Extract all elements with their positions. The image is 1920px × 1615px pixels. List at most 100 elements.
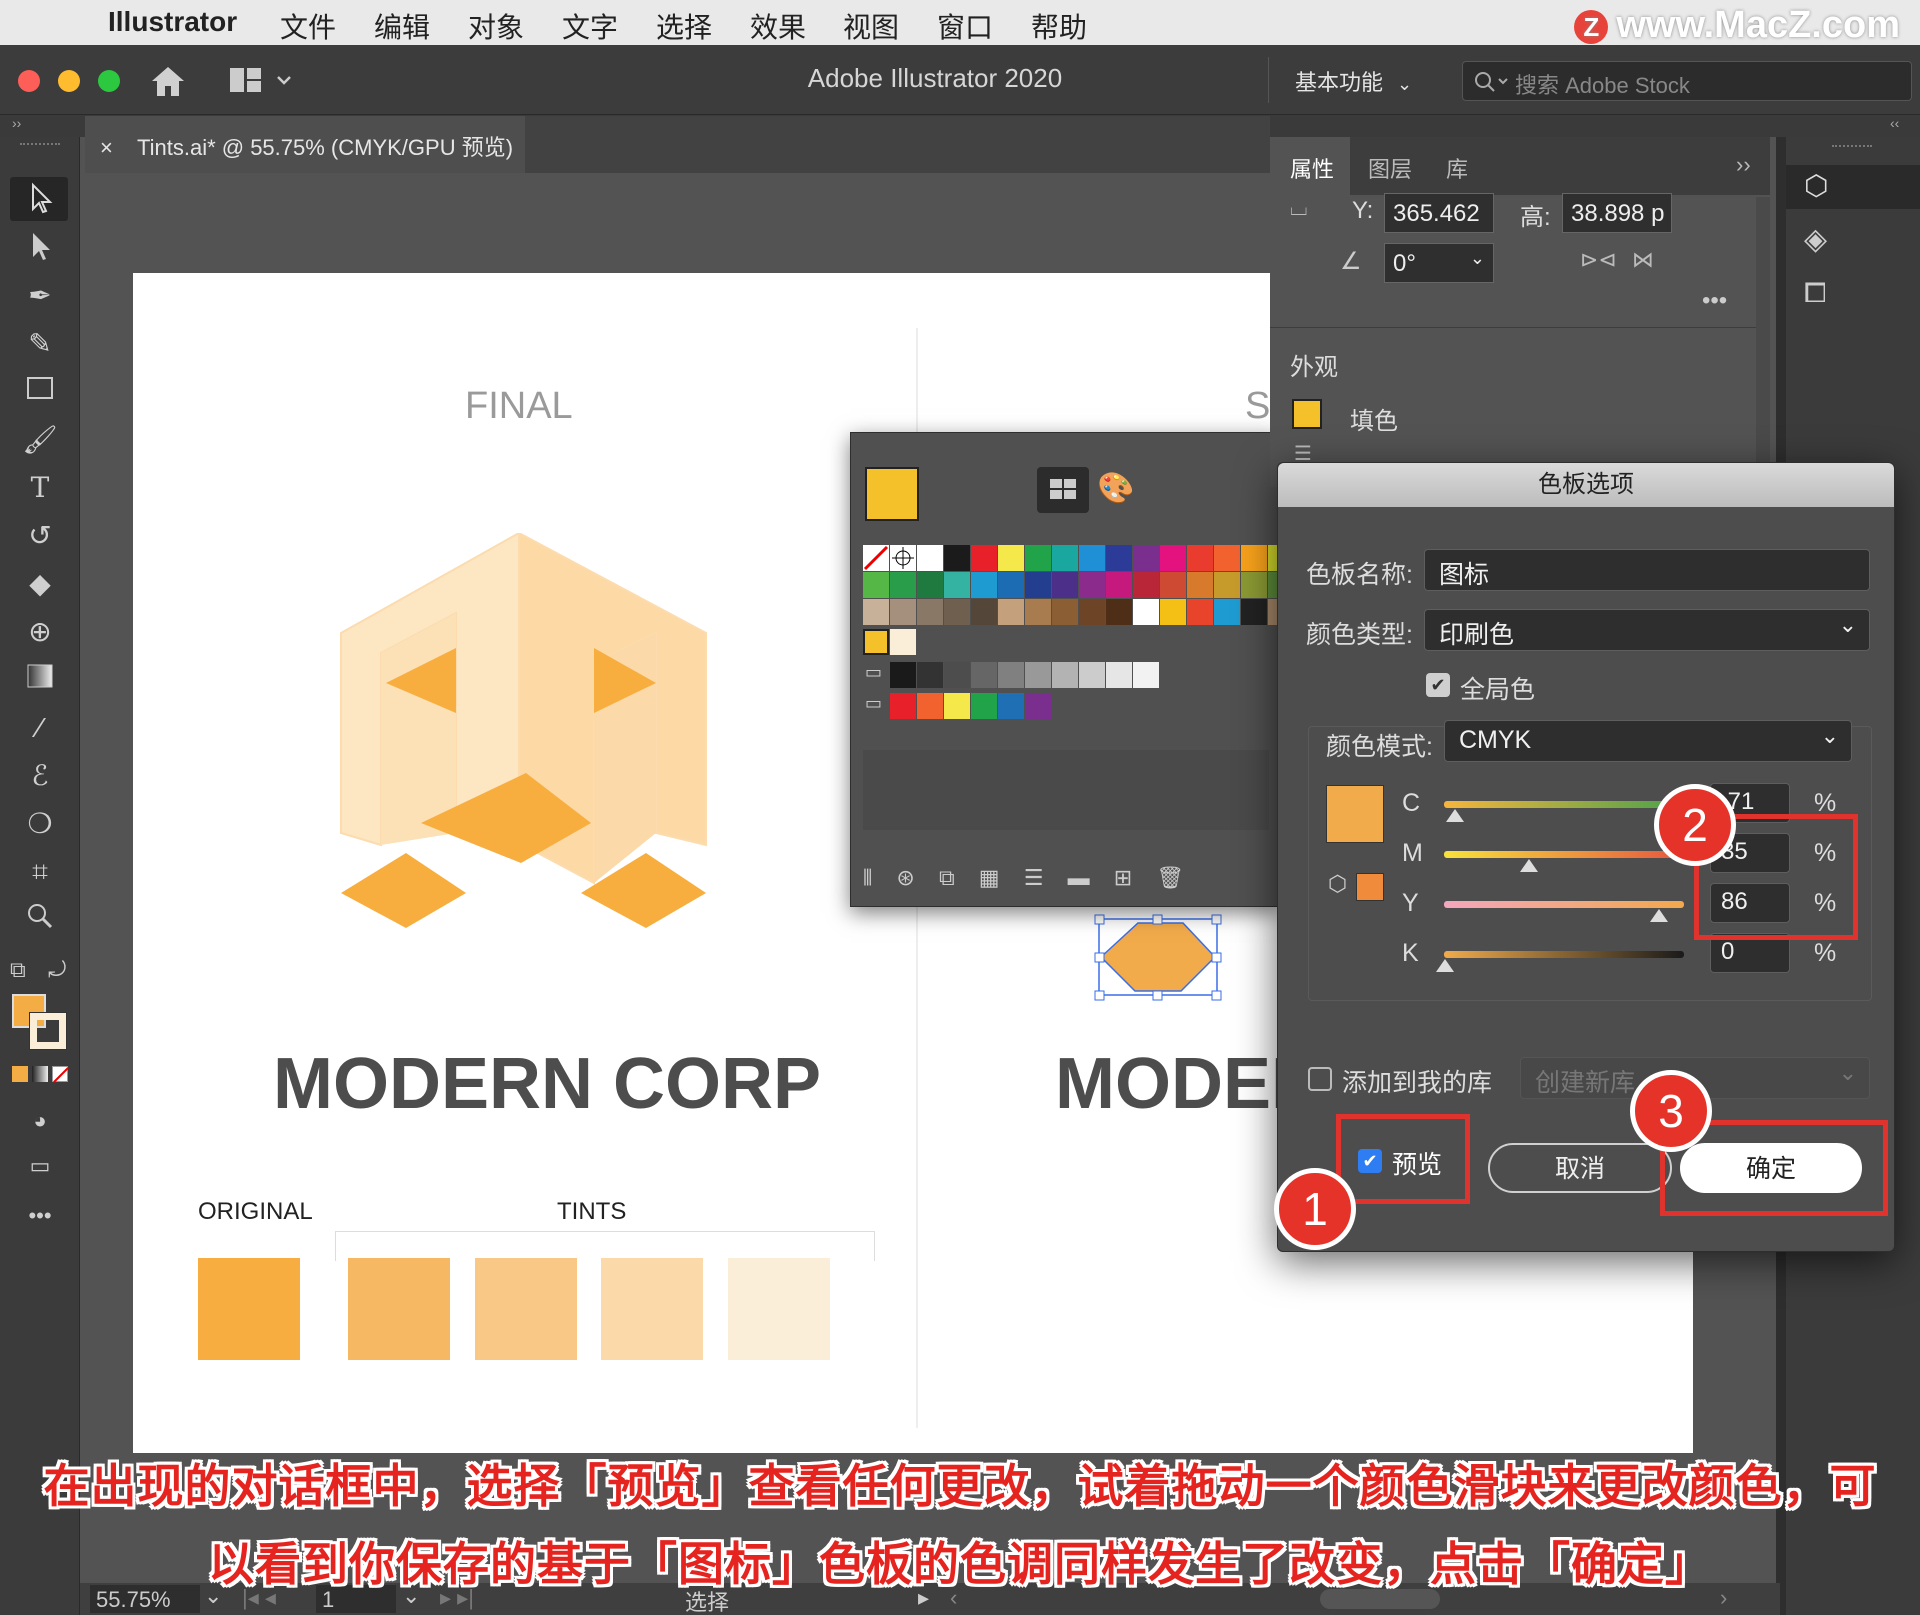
curvature-tool-icon[interactable]: ✎: [18, 325, 62, 363]
folder-icon[interactable]: ▭: [865, 693, 882, 714]
gray-swatch[interactable]: [1106, 662, 1132, 688]
swatch-cell[interactable]: [1214, 572, 1240, 598]
swatch-cell[interactable]: [1106, 599, 1132, 625]
toolbar-grip[interactable]: [20, 143, 60, 147]
tint-swatch-2[interactable]: [475, 1258, 577, 1360]
out-of-gamut-icon[interactable]: ⬡: [1328, 871, 1347, 897]
swatch-options-icon[interactable]: ☰: [1024, 865, 1044, 890]
swatch-group-icon[interactable]: ▦: [979, 865, 1000, 890]
swatch-cell[interactable]: [944, 572, 970, 598]
color-mode-button[interactable]: [12, 1066, 28, 1082]
modern-corp-logo[interactable]: [316, 533, 736, 993]
swatch-cell[interactable]: [1133, 572, 1159, 598]
tint-swatch-4[interactable]: [728, 1258, 830, 1360]
swatch-cell[interactable]: [1052, 572, 1078, 598]
swatch-cell[interactable]: [1241, 599, 1267, 625]
libraries-dock-icon[interactable]: ⧠: [1804, 277, 1826, 310]
swatch-cell[interactable]: [1079, 572, 1105, 598]
type-tool-icon[interactable]: T: [18, 469, 62, 507]
swatch-cell[interactable]: [998, 572, 1024, 598]
gray-swatch[interactable]: [917, 662, 943, 688]
menu-view[interactable]: 视图: [843, 6, 899, 46]
flip-vertical-icon[interactable]: ⋈: [1632, 247, 1654, 273]
gray-swatch[interactable]: [890, 662, 916, 688]
symbol-sprayer-tool-icon[interactable]: ❍: [18, 805, 62, 843]
menu-help[interactable]: 帮助: [1031, 6, 1087, 46]
default-fill-stroke-icon[interactable]: ⧉: [10, 957, 26, 983]
swatch-cell[interactable]: [1187, 545, 1213, 571]
dock-active-item[interactable]: ⬡: [1786, 165, 1920, 209]
swatch-cell[interactable]: [917, 545, 943, 571]
swatch-cell[interactable]: [1241, 545, 1267, 571]
expand-toolbar-icon[interactable]: ››: [12, 115, 21, 131]
gray-swatch[interactable]: [1079, 662, 1105, 688]
gradient-tool-icon[interactable]: [18, 661, 62, 699]
swatch-cell[interactable]: [1160, 545, 1186, 571]
trash-icon[interactable]: 🗑: [1156, 865, 1184, 890]
swatch-cell[interactable]: [1079, 599, 1105, 625]
new-swatch-icon[interactable]: ⊞: [1114, 865, 1132, 890]
cyan-slider[interactable]: [1444, 801, 1684, 808]
eyedropper-tool-icon[interactable]: ⁄: [18, 709, 62, 747]
yellow-slider[interactable]: [1444, 901, 1684, 908]
stroke-color-swatch[interactable]: [29, 1012, 67, 1050]
expand-panels-icon[interactable]: ‹‹: [1890, 115, 1899, 131]
screen-mode-icon[interactable]: ▭: [18, 1147, 62, 1185]
black-slider-thumb[interactable]: [1436, 959, 1454, 972]
swatch-cell[interactable]: [1187, 572, 1213, 598]
place-swatch-icon[interactable]: ⧉: [939, 865, 955, 890]
gray-swatch[interactable]: [1133, 662, 1159, 688]
shape-builder-tool-icon[interactable]: ⊕: [18, 613, 62, 651]
draw-mode-icon[interactable]: ◕: [18, 1102, 62, 1140]
magenta-slider[interactable]: [1444, 851, 1684, 858]
eraser-tool-icon[interactable]: ◆: [18, 565, 62, 603]
color-type-select[interactable]: 印刷色 ⌄: [1424, 609, 1870, 651]
panel-expand-icon[interactable]: ››: [1736, 152, 1751, 178]
icon-swatch[interactable]: [863, 629, 889, 655]
edit-toolbar-icon[interactable]: •••: [18, 1197, 62, 1235]
swatch-cell[interactable]: [1106, 545, 1132, 571]
none-mode-button[interactable]: [52, 1066, 69, 1083]
swatch-cell[interactable]: [971, 599, 997, 625]
swatch-cell[interactable]: [944, 599, 970, 625]
bright-swatch[interactable]: [944, 693, 970, 719]
gray-swatch[interactable]: [1025, 662, 1051, 688]
swatch-cell[interactable]: [1079, 545, 1105, 571]
swatch-name-input[interactable]: 图标: [1424, 549, 1870, 591]
menu-app-name[interactable]: Illustrator: [108, 6, 237, 38]
fill-color-chip[interactable]: [1292, 399, 1322, 429]
rectangle-tool-icon[interactable]: [18, 373, 62, 411]
paintbrush-tool-icon[interactable]: 🖌: [18, 421, 62, 459]
magenta-slider-thumb[interactable]: [1520, 859, 1538, 872]
swatch-cell[interactable]: [1133, 599, 1159, 625]
bright-swatch[interactable]: [998, 693, 1024, 719]
yellow-slider-thumb[interactable]: [1650, 909, 1668, 922]
color-palette-icon[interactable]: 🎨: [1097, 471, 1134, 506]
height-input[interactable]: 38.898 p: [1562, 193, 1672, 233]
blend-tool-icon[interactable]: ℰ: [18, 757, 62, 795]
tint-swatch-3[interactable]: [601, 1258, 703, 1360]
closest-gamut-swatch[interactable]: [1356, 873, 1384, 901]
swatch-cell[interactable]: [863, 599, 889, 625]
swatch-cell[interactable]: [1025, 545, 1051, 571]
swatch-cell[interactable]: [1052, 599, 1078, 625]
gradient-mode-button[interactable]: [32, 1066, 48, 1082]
document-tab[interactable]: × Tints.ai* @ 55.75% (CMYK/GPU 预览): [85, 116, 525, 173]
rotate-tool-icon[interactable]: ↺: [18, 517, 62, 555]
swatch-cell[interactable]: [971, 545, 997, 571]
swatch-cell[interactable]: [1214, 599, 1240, 625]
swatch-cell[interactable]: [998, 545, 1024, 571]
swatch-cell[interactable]: [1052, 545, 1078, 571]
menu-edit[interactable]: 编辑: [374, 6, 430, 46]
swatch-cell[interactable]: [1160, 572, 1186, 598]
gray-swatch[interactable]: [998, 662, 1024, 688]
registration-swatch[interactable]: [890, 545, 916, 571]
new-color-group-icon[interactable]: ▬: [1068, 865, 1090, 890]
workspace-switcher[interactable]: 基本功能 ⌄: [1295, 65, 1412, 97]
cyan-slider-thumb[interactable]: [1446, 809, 1464, 822]
y-position-input[interactable]: 365.462: [1384, 193, 1494, 233]
menu-type[interactable]: 文字: [562, 6, 618, 46]
dock-grip[interactable]: [1832, 145, 1872, 149]
original-swatch[interactable]: [198, 1258, 300, 1360]
swatch-cell[interactable]: [1106, 572, 1132, 598]
